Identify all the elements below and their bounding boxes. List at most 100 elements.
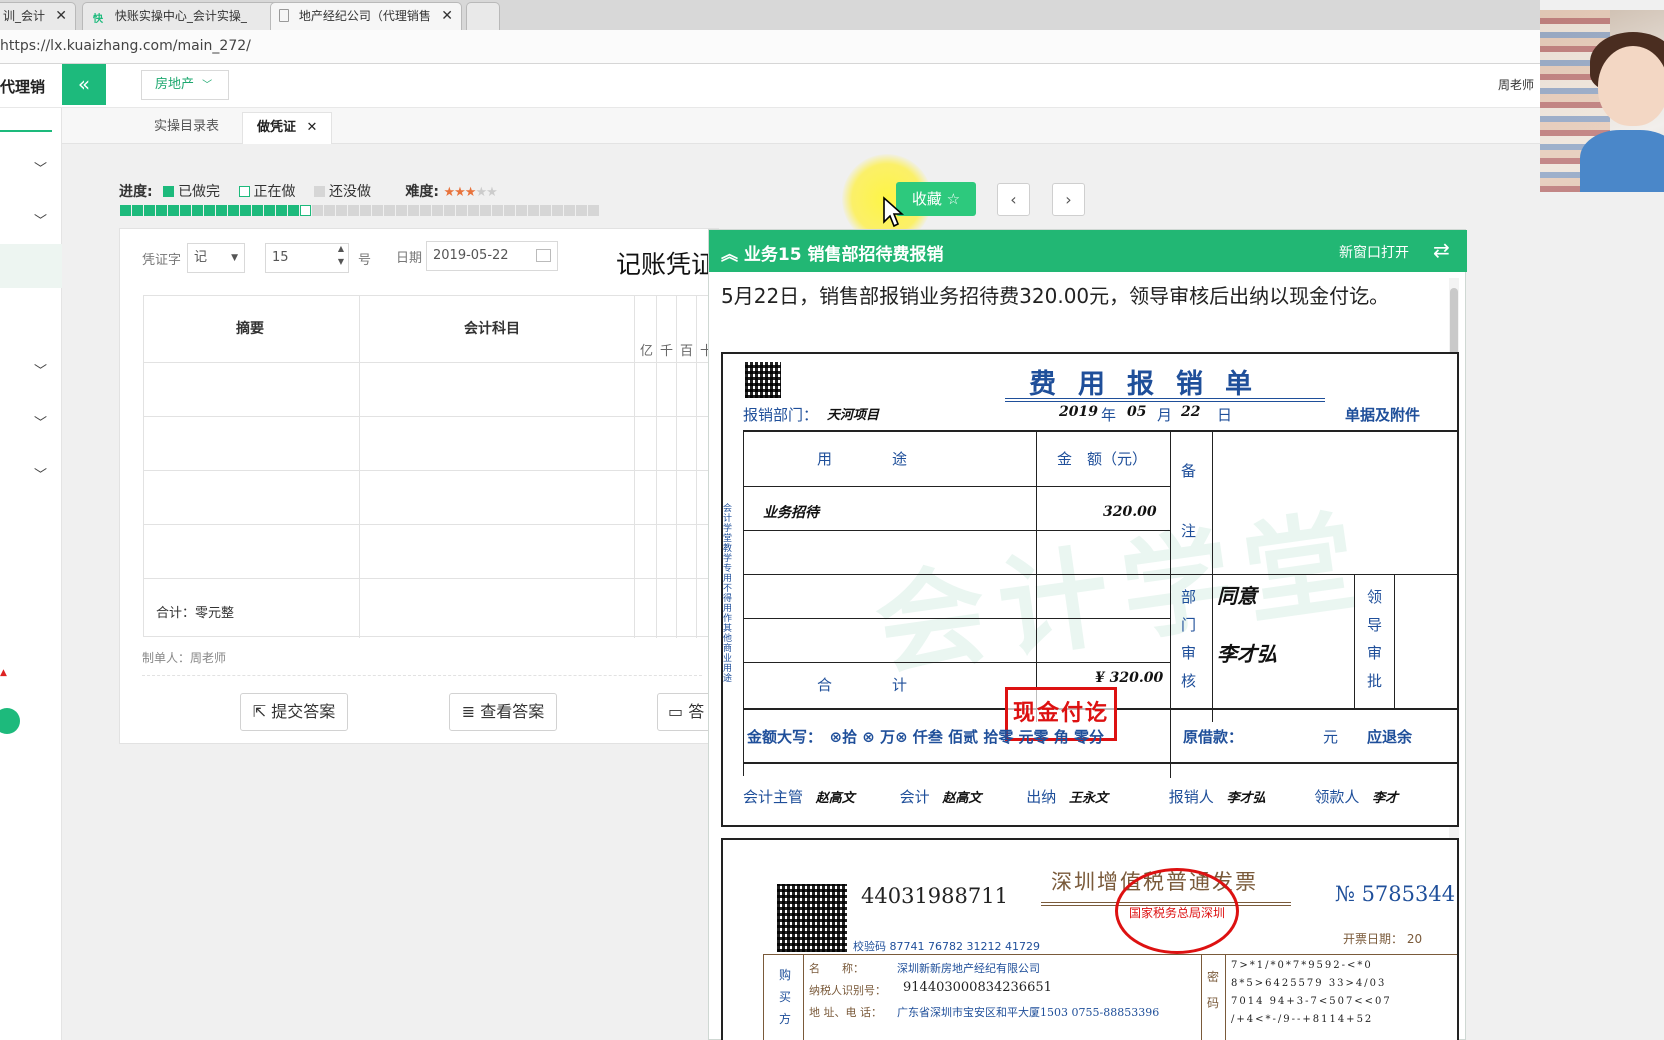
progress-cell-todo[interactable]	[432, 205, 443, 216]
business-panel: ︽ 业务15 销售部招待费报销 新窗口打开 ⇄ 5月22日，销售部报销业务招待费…	[708, 229, 1467, 1040]
column-header-amount: 金 额（元）	[1057, 450, 1148, 468]
close-icon[interactable]: ✕	[441, 3, 453, 29]
progress-cell-done[interactable]	[156, 205, 167, 216]
collapse-sidebar-button[interactable]: «	[62, 64, 106, 105]
progress-cell-todo[interactable]	[444, 205, 455, 216]
progress-cell-todo[interactable]	[552, 205, 563, 216]
progress-cell-todo[interactable]	[456, 205, 467, 216]
progress-cell-todo[interactable]	[324, 205, 335, 216]
progress-cell-done[interactable]	[120, 205, 131, 216]
progress-cell-done[interactable]	[192, 205, 203, 216]
progress-cell-todo[interactable]	[480, 205, 491, 216]
progress-cell-todo[interactable]	[516, 205, 527, 216]
cashier-name: 王永文	[1068, 791, 1108, 806]
progress-cell-todo[interactable]	[372, 205, 383, 216]
browser-tab[interactable]: 训_会计 ✕	[0, 2, 76, 30]
progress-cell-done[interactable]	[252, 205, 263, 216]
progress-cell-done[interactable]	[144, 205, 155, 216]
accountant-label: 会计	[899, 788, 930, 806]
progress-cell-done[interactable]	[168, 205, 179, 216]
chevron-down-icon[interactable]: ﹀	[34, 360, 50, 379]
invoice-number: 5785344	[1361, 882, 1456, 906]
star-filled-icon: ★	[454, 185, 466, 200]
progress-label: 进度:	[119, 184, 153, 200]
prev-button[interactable]: ‹	[997, 183, 1030, 216]
hot-badge-icon: ▲	[0, 668, 7, 678]
browser-tab-active[interactable]: 地产经纪公司（代理销售 ✕	[270, 2, 462, 30]
grid-line	[744, 762, 1457, 764]
progress-cell-done[interactable]	[204, 205, 215, 216]
sidebar-item-active[interactable]	[0, 244, 62, 288]
close-icon[interactable]: ✕	[307, 120, 318, 135]
progress-cell-todo[interactable]	[312, 205, 323, 216]
user-name[interactable]: 周老师	[1498, 76, 1534, 93]
progress-cell-done[interactable]	[216, 205, 227, 216]
progress-cell-todo[interactable]	[528, 205, 539, 216]
content-tabs: 实操目录表 做凭证 ✕	[62, 108, 1540, 144]
progress-cell-done[interactable]	[288, 205, 299, 216]
sidebar-toggle-dot[interactable]	[0, 708, 20, 734]
swap-icon[interactable]: ⇄	[1433, 238, 1450, 262]
mouse-cursor-icon	[883, 196, 904, 228]
open-new-window-link[interactable]: 新窗口打开	[1339, 242, 1409, 262]
caret-down-icon: ▼	[231, 253, 238, 263]
legend-todo-swatch	[313, 186, 325, 197]
voucher-number-stepper[interactable]: 15 ▲ ▼	[265, 243, 349, 273]
address-bar[interactable]: https://lx.kuaizhang.com/main_272/	[0, 30, 1540, 64]
progress-cell-done[interactable]	[132, 205, 143, 216]
panel-header[interactable]: ︽ 业务15 销售部招待费报销 新窗口打开 ⇄	[709, 230, 1467, 272]
collect-button[interactable]: 收藏 ☆	[896, 182, 976, 216]
progress-cell-todo[interactable]	[540, 205, 551, 216]
chevron-down-icon[interactable]: ﹀	[34, 464, 50, 483]
progress-cell-done[interactable]	[276, 205, 287, 216]
progress-cell-todo[interactable]	[420, 205, 431, 216]
progress-cell-done[interactable]	[180, 205, 191, 216]
voucher-title: 记账凭证	[616, 250, 717, 279]
category-select[interactable]: 房地产 ﹀	[141, 70, 229, 100]
chevron-down-icon[interactable]: ﹀	[34, 158, 50, 177]
progress-cell-todo[interactable]	[468, 205, 479, 216]
chevron-up-icon: ︽	[721, 245, 738, 265]
progress-cell-todo[interactable]	[408, 205, 419, 216]
progress-cell-todo[interactable]	[588, 205, 599, 216]
progress-cell-todo[interactable]	[504, 205, 515, 216]
progress-cell-todo[interactable]	[492, 205, 503, 216]
close-icon[interactable]: ✕	[55, 3, 67, 29]
row-divider	[144, 416, 724, 417]
progress-cell-done[interactable]	[228, 205, 239, 216]
side-note: 会计学堂教学专用不得用作其他商业用途	[723, 504, 733, 684]
progress-cell-todo[interactable]	[336, 205, 347, 216]
row-divider	[144, 578, 724, 579]
voucher-total: 合计：零元整	[156, 606, 235, 621]
row-divider	[144, 470, 724, 471]
progress-cell-done[interactable]	[240, 205, 251, 216]
date-input[interactable]: 2019-05-22	[426, 241, 558, 271]
browser-tab[interactable]: 快 快账实操中心_会计实操_ ✕	[82, 2, 298, 30]
progress-cell-todo[interactable]	[360, 205, 371, 216]
progress-cell-todo[interactable]	[396, 205, 407, 216]
next-button[interactable]: ›	[1052, 183, 1085, 216]
view-answer-button[interactable]: ≣ 查看答案	[449, 693, 557, 731]
buyer-addr-value: 广东省深圳市宝安区和平大厦1503 0755-88853396	[897, 1006, 1160, 1019]
legend-done-swatch	[163, 186, 175, 197]
progress-cell-todo[interactable]	[384, 205, 395, 216]
tab-voucher[interactable]: 做凭证 ✕	[242, 112, 333, 144]
buyer-label-wrap: 购 买 方	[779, 964, 793, 1030]
progress-cell-done[interactable]	[264, 205, 275, 216]
tab-catalog[interactable]: 实操目录表	[140, 112, 233, 144]
progress-cell-todo[interactable]	[564, 205, 575, 216]
year-unit: 年	[1101, 406, 1117, 424]
chevron-down-icon[interactable]: ﹀	[34, 412, 50, 431]
submit-answer-button[interactable]: ⇱ 提交答案	[240, 693, 348, 731]
chevron-down-icon[interactable]: ﹀	[34, 210, 50, 229]
progress-cell-doing[interactable]	[300, 205, 311, 216]
new-tab-button[interactable]	[466, 2, 500, 30]
panel-title: 业务15 销售部招待费报销	[743, 245, 944, 265]
voucher-entry-table: 摘要 会计科目 亿千百十 合计：零元整	[143, 295, 724, 638]
progress-cell-todo[interactable]	[576, 205, 587, 216]
progress-cell-todo[interactable]	[348, 205, 359, 216]
submit-answer-label: 提交答案	[271, 702, 336, 721]
grid-line	[1212, 432, 1213, 722]
voucher-type-select[interactable]: 记 ▼	[187, 243, 245, 273]
buyer-label: 买	[779, 990, 792, 1004]
